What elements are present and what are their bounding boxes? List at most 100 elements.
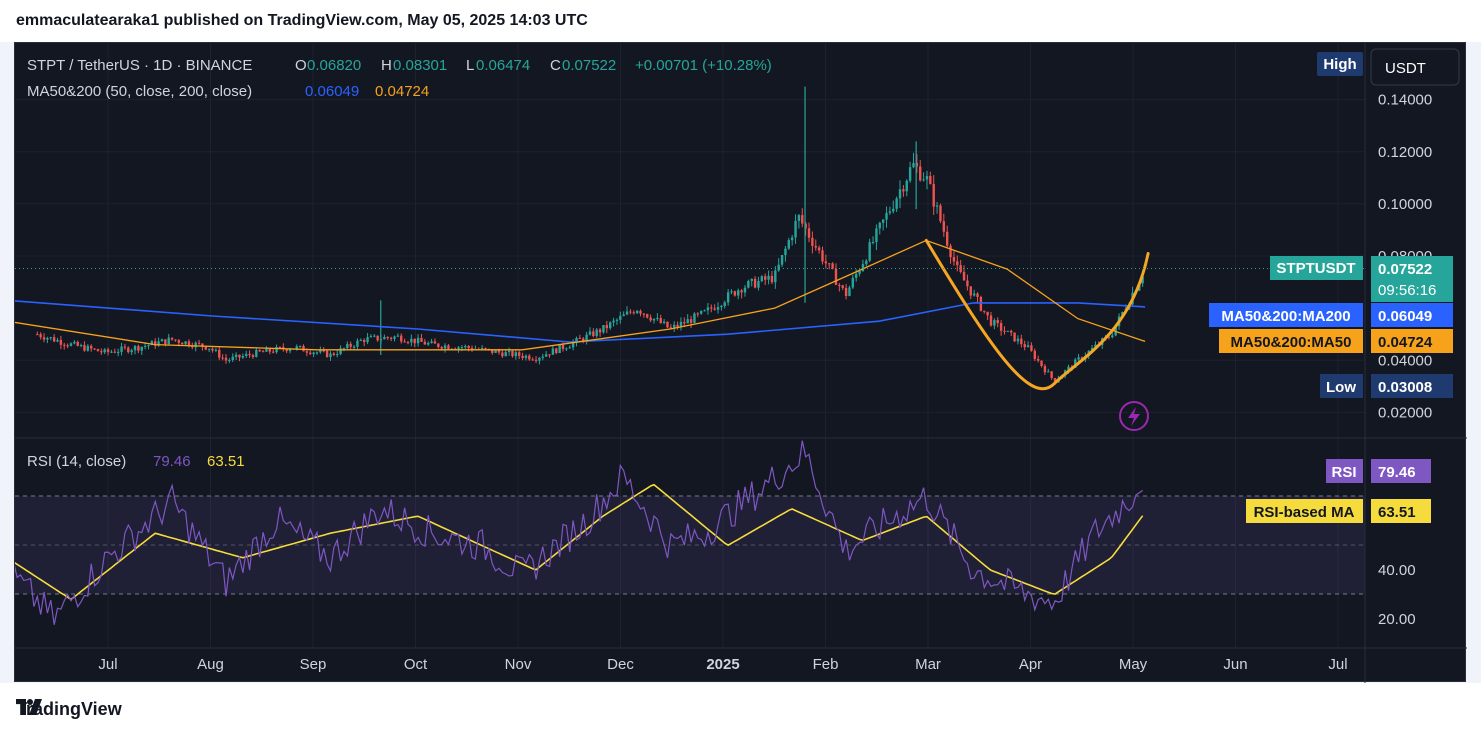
candle-body <box>457 347 460 350</box>
candle-body <box>774 270 777 283</box>
open-value: 0.06820 <box>307 57 361 74</box>
candle-body <box>430 341 433 343</box>
candle-body <box>737 290 740 296</box>
candle-body <box>137 346 140 351</box>
chart-canvas[interactable]: 0.140000.120000.100000.080000.040000.020… <box>15 43 1467 683</box>
candle-body <box>892 208 895 212</box>
price-tick: 0.10000 <box>1378 196 1432 213</box>
candle-body <box>676 324 679 327</box>
time-axis[interactable]: Jul Aug Sep Oct Nov Dec 2025 Feb Mar Apr May Jun Jul <box>98 656 1347 673</box>
publisher-line: emmaculatearaka1 published on TradingVie… <box>16 12 588 29</box>
currency-button[interactable]: USDT <box>1370 48 1460 86</box>
low-badge: Low 0.03008 <box>1320 374 1453 398</box>
candle-body <box>123 346 127 348</box>
candle-body <box>696 313 700 315</box>
candle-body <box>393 336 396 339</box>
candle-body <box>939 205 942 222</box>
candle-body <box>871 242 875 244</box>
candle-body <box>177 340 181 343</box>
candle-body <box>831 263 834 269</box>
candle-body <box>332 353 336 355</box>
candle-body <box>885 212 888 220</box>
candle-body <box>467 346 470 349</box>
candle-body <box>218 349 221 358</box>
candle-body <box>241 355 245 358</box>
candle-body <box>410 338 413 343</box>
candle-body <box>113 351 116 353</box>
symbol-badge-label: STPTUSDT <box>1276 260 1355 277</box>
candle-body <box>133 346 137 351</box>
candle-body <box>730 291 733 293</box>
candle-body <box>460 347 464 349</box>
candle-body <box>1013 332 1016 342</box>
candle-body <box>140 346 143 351</box>
ma200-badge: MA50&200:MA200 0.06049 <box>1209 303 1453 327</box>
candle-body <box>63 344 66 346</box>
candle-body <box>989 315 993 326</box>
candle-body <box>629 311 632 313</box>
rsi-axis[interactable]: 40.00 20.00 <box>1378 562 1416 628</box>
candle-body <box>699 310 703 314</box>
candle-body <box>972 293 976 296</box>
candle-body <box>787 240 790 249</box>
candle-body <box>578 337 582 339</box>
change-value: +0.00701 (+10.28%) <box>635 57 772 74</box>
candle-body <box>979 296 983 311</box>
candle-body <box>902 189 905 192</box>
high-button[interactable]: High <box>1317 52 1363 76</box>
candle-body <box>336 354 339 356</box>
candle-body <box>420 337 423 342</box>
candle-body <box>349 343 352 347</box>
candle-body <box>66 345 69 347</box>
candle-body <box>406 342 410 344</box>
candle-body <box>942 221 946 232</box>
candle-body <box>251 355 255 357</box>
candle-body <box>339 348 342 355</box>
candle-body <box>73 341 76 344</box>
candle-body <box>1016 338 1020 342</box>
candle-body <box>595 329 598 337</box>
candle-body <box>271 351 275 353</box>
candle-body <box>922 179 925 181</box>
candle-body <box>760 276 764 282</box>
time-tick: Sep <box>300 656 327 673</box>
candle-body <box>231 356 234 360</box>
candle-body <box>275 347 278 353</box>
candle-body <box>120 346 123 352</box>
tradingview-icon <box>16 699 42 715</box>
candle-body <box>555 348 558 353</box>
candle-body <box>437 343 440 347</box>
candle-body <box>807 228 811 238</box>
candle-body <box>983 310 986 312</box>
candle-body <box>656 318 659 320</box>
candle-body <box>706 307 710 311</box>
candle-body <box>797 215 801 221</box>
symbol-line[interactable]: STPT / TetherUS · 1D · BINANCE <box>27 57 252 74</box>
candle-body <box>106 349 110 352</box>
rsi-band <box>15 495 1365 595</box>
candle-body <box>710 307 713 309</box>
candle-body <box>652 318 656 321</box>
candle-body <box>743 287 747 293</box>
candle-body <box>1040 360 1043 366</box>
candle-body <box>167 337 170 345</box>
candle-body <box>962 271 966 281</box>
chart-frame[interactable]: 0.140000.120000.100000.080000.040000.020… <box>14 42 1467 683</box>
candle-body <box>295 346 298 349</box>
candle-body <box>224 357 228 361</box>
candle-body <box>329 353 332 358</box>
ma-label[interactable]: MA50&200 (50, close, 200, close) <box>27 83 252 100</box>
tradingview-logo[interactable]: TradingView <box>16 699 122 720</box>
candle-body <box>770 275 774 283</box>
close-label: C <box>550 57 561 74</box>
rsi-label[interactable]: RSI (14, close) <box>27 453 126 470</box>
candle-body <box>767 275 770 280</box>
candle-body <box>366 337 369 343</box>
lightning-icon[interactable] <box>1119 401 1149 431</box>
ma50-badge: MA50&200:MA50 0.04724 <box>1219 329 1453 353</box>
ma50-badge-label: MA50&200:MA50 <box>1231 334 1352 351</box>
candle-body <box>147 345 150 347</box>
candle-body <box>548 354 551 356</box>
candle-body <box>507 350 511 353</box>
time-tick: Jul <box>1328 656 1347 673</box>
